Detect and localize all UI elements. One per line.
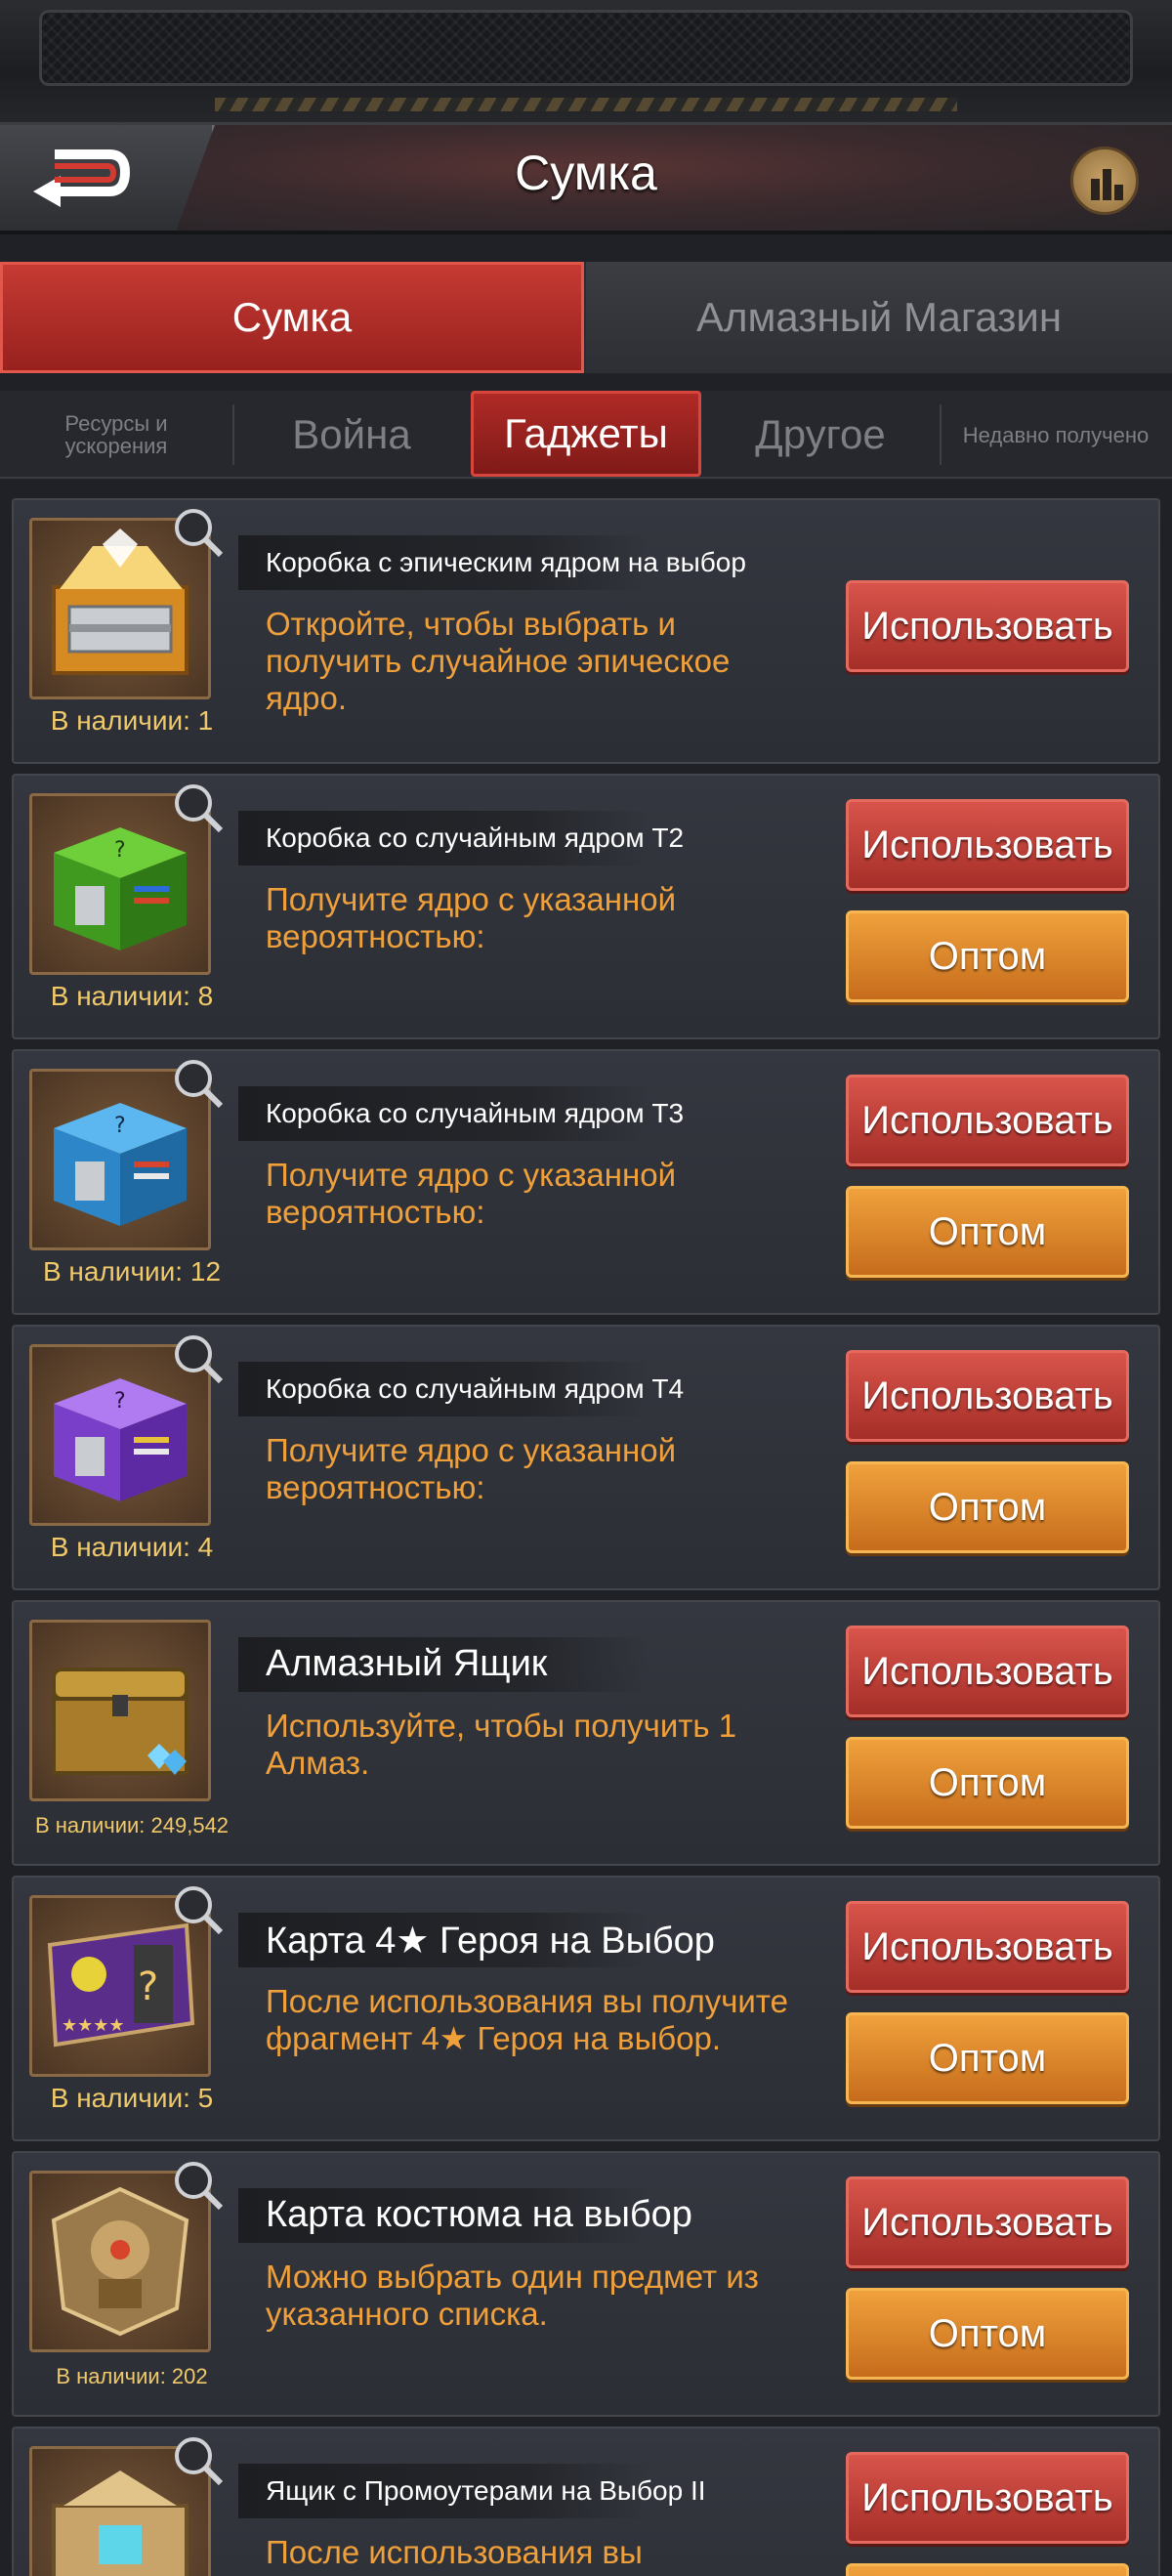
bulk-button[interactable]: Оптом — [846, 1737, 1129, 1829]
top-frame — [0, 0, 1172, 125]
magnifier-icon[interactable] — [170, 780, 225, 834]
item-description: Получите ядро с указанной вероятностью: — [266, 1157, 677, 1230]
tab-diamond-shop[interactable]: Алмазный Магазин — [586, 262, 1172, 373]
main-tabs: Сумка Алмазный Магазин — [0, 262, 1172, 373]
item-description: Используйте, чтобы получить 1 Алмаз. — [266, 1708, 737, 1781]
bar-chart-icon — [1091, 169, 1123, 200]
item-name: Коробка со случайным ядром T3 — [238, 1086, 684, 1141]
use-button[interactable]: Использовать — [846, 1901, 1129, 1993]
use-button[interactable]: Использовать — [846, 2452, 1129, 2544]
sub-tabs: Ресурсы и ускорения Война Гаджеты Другое… — [0, 391, 1172, 479]
item-quantity: В наличии: 249,542 — [34, 1813, 230, 1837]
magnifier-icon[interactable] — [170, 2157, 225, 2212]
list-item: В наличии: 202 Карта костюма на выбор Мо… — [12, 2151, 1160, 2417]
item-description: Получите ядро с указанной вероятностью: — [266, 1432, 677, 1505]
magnifier-icon[interactable] — [170, 1881, 225, 1936]
subtab-war[interactable]: Война — [244, 391, 459, 479]
svg-text:?: ? — [114, 1389, 126, 1414]
magnifier-icon[interactable] — [170, 1330, 225, 1385]
item-name: Коробка со случайным ядром T2 — [238, 811, 684, 866]
bulk-button[interactable]: Оптом — [846, 2563, 1129, 2576]
subtab-recent[interactable]: Недавно получено — [943, 391, 1168, 479]
item-name: Алмазный Ящик — [238, 1637, 649, 1692]
stats-button[interactable] — [1070, 147, 1139, 215]
subtab-divider — [940, 404, 942, 465]
list-item: ? В наличии: 12 Коробка со случайным ядр… — [12, 1049, 1160, 1315]
use-button[interactable]: Использовать — [846, 1350, 1129, 1442]
list-item: ? ★★★★ В наличии: 5 Карта 4★ Героя на Вы… — [12, 1876, 1160, 2141]
item-quantity: В наличии: 202 — [56, 2364, 208, 2388]
use-button[interactable]: Использовать — [846, 1626, 1129, 1717]
use-button[interactable]: Использовать — [846, 799, 1129, 891]
item-name: Коробка с эпическим ядром на выбор — [238, 535, 746, 590]
subtab-other[interactable]: Другое — [713, 391, 928, 479]
magnifier-icon[interactable] — [170, 1055, 225, 1110]
svg-text:?: ? — [114, 1114, 126, 1138]
item-description: После использования вы — [266, 2534, 643, 2570]
list-item: ? В наличии: 4 Коробка со случайным ядро… — [12, 1325, 1160, 1590]
top-decor-mesh — [39, 10, 1133, 86]
item-description: Получите ядро с указанной вероятностью: — [266, 881, 677, 954]
item-quantity: В наличии: 12 — [42, 1256, 222, 1287]
item-quantity: В наличии: 4 — [50, 1532, 214, 1562]
bulk-button[interactable]: Оптом — [846, 1461, 1129, 1553]
item-quantity: В наличии: 1 — [50, 705, 214, 736]
bulk-button[interactable]: Оптом — [846, 2012, 1129, 2104]
subtab-gadgets[interactable]: Гаджеты — [471, 391, 701, 477]
header-bar: Сумка — [0, 125, 1172, 234]
magnifier-icon[interactable] — [170, 2432, 225, 2487]
bulk-button[interactable]: Оптом — [846, 2288, 1129, 2380]
item-name: Ящик с Промоутерами на Выбор II — [238, 2464, 706, 2518]
item-description: Можно выбрать один предмет из указанного… — [266, 2259, 759, 2332]
bulk-button[interactable]: Оптом — [846, 910, 1129, 1002]
list-item: Ящик с Промоутерами на Выбор II После ис… — [12, 2427, 1160, 2576]
list-item: В наличии: 1 Коробка с эпическим ядром н… — [12, 498, 1160, 764]
subtab-resources[interactable]: Ресурсы и ускорения — [14, 391, 219, 479]
item-quantity: В наличии: 8 — [50, 981, 214, 1011]
item-name: Карта 4★ Героя на Выбор — [238, 1913, 715, 1967]
list-item: В наличии: 249,542 Алмазный Ящик Использ… — [12, 1600, 1160, 1866]
bulk-button[interactable]: Оптом — [846, 1186, 1129, 1278]
svg-text:?: ? — [114, 838, 126, 863]
tab-bag[interactable]: Сумка — [0, 262, 584, 373]
item-quantity: В наличии: 5 — [50, 2083, 214, 2113]
item-description: Откройте, чтобы выбрать и получить случа… — [266, 606, 731, 716]
subtab-divider — [232, 404, 234, 465]
use-button[interactable]: Использовать — [846, 580, 1129, 672]
items-list[interactable]: В наличии: 1 Коробка с эпическим ядром н… — [0, 485, 1172, 2576]
diamond-chest-icon — [52, 1668, 188, 1775]
item-name: Коробка со случайным ядром T4 — [238, 1362, 684, 1416]
item-description: После использования вы получите фрагмент… — [266, 1983, 788, 2056]
top-decor-rail — [215, 98, 957, 111]
item-name: Карта костюма на выбор — [238, 2188, 692, 2243]
magnifier-icon[interactable] — [170, 504, 225, 559]
list-item: ? В наличии: 8 Коробка со случайным ядро… — [12, 774, 1160, 1039]
item-icon-frame[interactable] — [29, 1620, 211, 1801]
svg-text:★★★★: ★★★★ — [62, 2015, 125, 2036]
use-button[interactable]: Использовать — [846, 2176, 1129, 2268]
page-title: Сумка — [515, 146, 657, 200]
svg-text:?: ? — [138, 1964, 158, 2009]
use-button[interactable]: Использовать — [846, 1075, 1129, 1166]
